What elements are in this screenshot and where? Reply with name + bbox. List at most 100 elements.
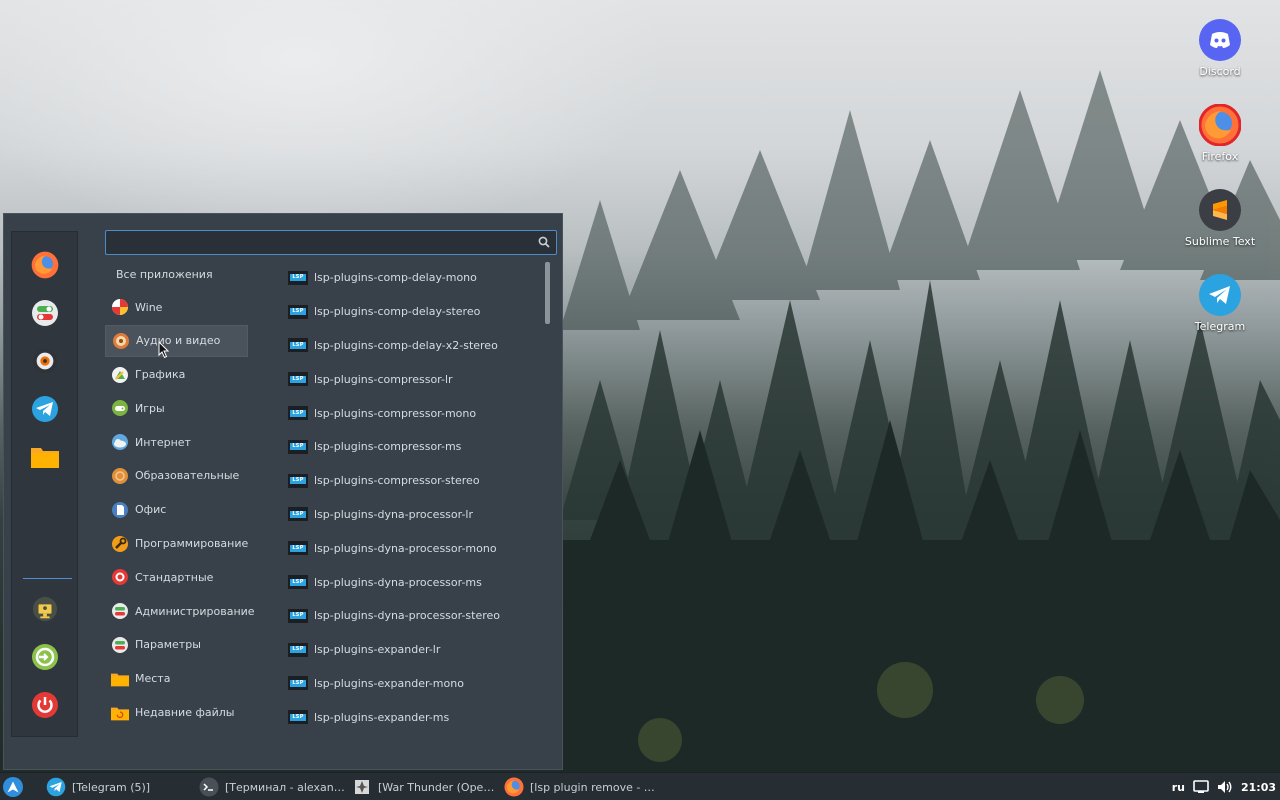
category-label: Графика: [135, 368, 186, 382]
app-item[interactable]: LSP lsp-plugins-expander-mono: [288, 667, 538, 701]
firefox-icon: [31, 251, 59, 279]
category-graphics[interactable]: Графика: [105, 359, 248, 391]
app-label: lsp-plugins-comp-delay-mono: [314, 271, 477, 285]
favorite-telegram[interactable]: [30, 394, 60, 424]
lsp-plugin-icon: LSP: [288, 304, 308, 319]
app-list-scrollbar[interactable]: [545, 262, 550, 742]
app-label: lsp-plugins-compressor-stereo: [314, 474, 480, 488]
lock-screen-button[interactable]: [30, 594, 60, 624]
taskbar-item-telegram[interactable]: [Telegram (5)]: [46, 773, 191, 800]
lsp-plugin-icon: LSP: [288, 507, 308, 522]
search-icon: [538, 236, 550, 248]
preferences-icon: [111, 636, 129, 654]
recent-files-icon: [111, 704, 129, 722]
war-thunder-icon: [352, 777, 372, 797]
desktop-icon-discord[interactable]: Discord: [1175, 19, 1265, 78]
app-item[interactable]: LSP lsp-plugins-compressor-mono: [288, 396, 538, 430]
taskbar-item-war-thunder[interactable]: [War Thunder (Ope…: [352, 773, 497, 800]
network-icon[interactable]: [1193, 780, 1209, 794]
favorite-obs[interactable]: [30, 346, 60, 376]
taskbar-item-label: [lsp plugin remove - …: [530, 780, 654, 794]
app-item[interactable]: LSP lsp-plugins-expander-ms: [288, 700, 538, 734]
mouse-pointer-icon: [158, 341, 170, 359]
category-label: Стандартные: [135, 570, 214, 584]
desktop-icon-label: Firefox: [1201, 150, 1239, 163]
app-item[interactable]: LSP lsp-plugins-dyna-processor-ms: [288, 565, 538, 599]
category-programming[interactable]: Программирование: [105, 528, 248, 560]
app-label: lsp-plugins-expander-lr: [314, 643, 441, 657]
favorite-files[interactable]: [30, 442, 60, 472]
taskbar-item-terminal[interactable]: [Терминал - alexan…: [199, 773, 344, 800]
taskbar-item-label: [Терминал - alexan…: [225, 780, 344, 794]
category-list: Все приложения Wine Аудио и видео График…: [105, 262, 255, 730]
taskbar-item-firefox[interactable]: [lsp plugin remove - …: [504, 773, 654, 800]
app-item[interactable]: LSP lsp-plugins-comp-delay-x2-stereo: [288, 329, 538, 363]
wine-icon: [111, 298, 129, 316]
application-menu-button[interactable]: [3, 777, 23, 797]
firefox-icon: [1199, 104, 1241, 146]
category-label: Офис: [135, 503, 167, 517]
app-item[interactable]: LSP lsp-plugins-dyna-processor-stereo: [288, 599, 538, 633]
category-label: Параметры: [135, 638, 201, 652]
volume-icon[interactable]: [1217, 780, 1233, 794]
app-item[interactable]: LSP lsp-plugins-expander-lr: [288, 633, 538, 667]
favorites-sidebar: [11, 231, 78, 737]
desktop-icon-sublime-text[interactable]: Sublime Text: [1175, 189, 1265, 248]
app-item[interactable]: LSP lsp-plugins-comp-delay-stereo: [288, 295, 538, 329]
desktop-icon-label: Telegram: [1194, 320, 1246, 333]
favorite-firefox[interactable]: [30, 250, 60, 280]
power-icon: [32, 692, 58, 718]
category-recent-files[interactable]: Недавние файлы: [105, 697, 248, 729]
app-item[interactable]: LSP lsp-plugins-compressor-stereo: [288, 464, 538, 498]
desktop-icon-firefox[interactable]: Firefox: [1175, 104, 1265, 163]
lsp-plugin-icon: LSP: [288, 439, 308, 454]
category-office[interactable]: Офис: [105, 494, 248, 526]
category-wine[interactable]: Wine: [105, 291, 248, 323]
taskbar: [Telegram (5)] [Терминал - alexan… [War …: [0, 772, 1280, 800]
category-administration[interactable]: Администрирование: [105, 595, 255, 627]
desktop-icon-telegram[interactable]: Telegram: [1175, 274, 1265, 333]
office-icon: [111, 501, 129, 519]
accessories-icon: [111, 568, 129, 586]
lsp-plugin-icon: LSP: [288, 270, 308, 285]
app-item[interactable]: LSP lsp-plugins-comp-delay-mono: [288, 261, 538, 295]
category-preferences[interactable]: Параметры: [105, 629, 248, 661]
application-menu: Все приложения Wine Аудио и видео График…: [3, 213, 563, 770]
app-label: lsp-plugins-dyna-processor-ms: [314, 575, 482, 589]
keyboard-layout-indicator[interactable]: ru: [1172, 781, 1185, 794]
lsp-plugin-icon: LSP: [288, 372, 308, 387]
category-internet[interactable]: Интернет: [105, 426, 248, 458]
category-label: Интернет: [135, 435, 191, 449]
folder-icon: [31, 448, 59, 468]
firefox-icon: [504, 777, 524, 797]
clock[interactable]: 21:03: [1241, 781, 1276, 794]
programming-icon: [111, 535, 129, 553]
category-audio-video[interactable]: Аудио и видео: [105, 324, 248, 357]
category-places[interactable]: Места: [105, 663, 248, 695]
category-label: Программирование: [135, 537, 249, 551]
app-item[interactable]: LSP lsp-plugins-compressor-lr: [288, 362, 538, 396]
lsp-plugin-icon: LSP: [288, 608, 308, 623]
app-label: lsp-plugins-compressor-ms: [314, 440, 462, 454]
power-button[interactable]: [30, 690, 60, 720]
category-games[interactable]: Игры: [105, 392, 248, 424]
app-label: lsp-plugins-comp-delay-x2-stereo: [314, 338, 498, 352]
telegram-icon: [1199, 274, 1241, 316]
audio-video-icon: [112, 332, 130, 350]
settings-toggle-icon: [32, 300, 58, 326]
category-label: Все приложения: [116, 267, 213, 281]
app-item[interactable]: LSP lsp-plugins-compressor-ms: [288, 430, 538, 464]
app-item[interactable]: LSP lsp-plugins-dyna-processor-lr: [288, 498, 538, 532]
category-label: Образовательные: [135, 469, 240, 483]
category-label: Места: [135, 672, 171, 686]
lsp-plugin-icon: LSP: [288, 541, 308, 556]
scrollbar-thumb[interactable]: [545, 262, 550, 324]
app-item[interactable]: LSP lsp-plugins-dyna-processor-mono: [288, 531, 538, 565]
category-accessories[interactable]: Стандартные: [105, 561, 248, 593]
category-all-applications[interactable]: Все приложения: [105, 262, 248, 286]
search-input[interactable]: [105, 230, 557, 255]
system-tray: ru 21:03: [1172, 773, 1280, 800]
logout-button[interactable]: [30, 642, 60, 672]
category-education[interactable]: Образовательные: [105, 460, 248, 492]
favorite-settings[interactable]: [30, 298, 60, 328]
